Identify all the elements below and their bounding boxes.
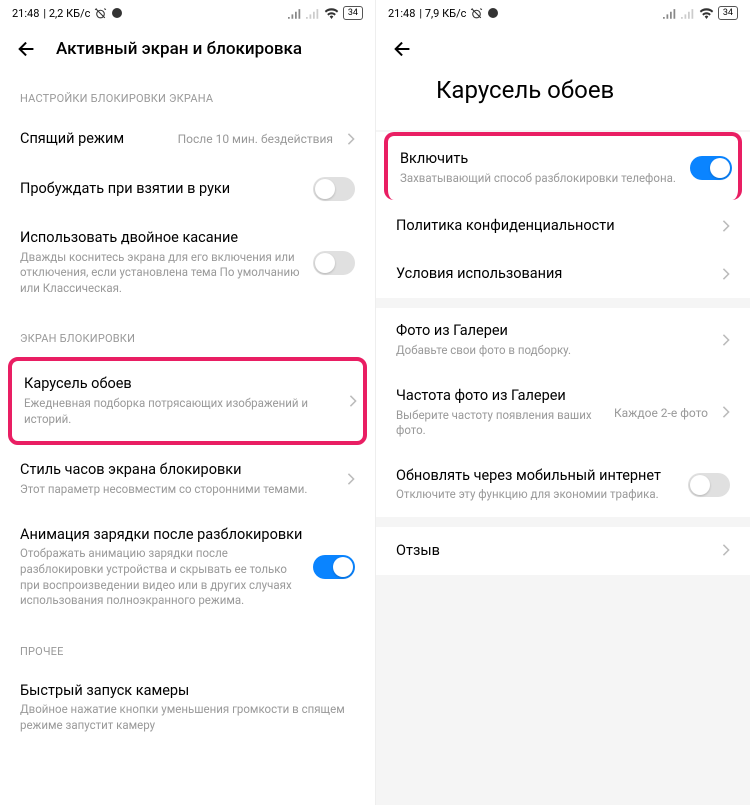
sleep-value: После 10 мин. бездействия — [178, 132, 333, 146]
chevron-right-icon — [722, 403, 730, 422]
gallery-sub: Добавьте свои фото в подборку. — [396, 343, 712, 359]
signal2-icon — [306, 8, 320, 19]
back-button[interactable] — [16, 38, 38, 60]
section-other: ПРОЧЕЕ — [0, 623, 375, 668]
divider — [376, 517, 750, 527]
enable-toggle[interactable] — [690, 156, 732, 180]
wallpaper-carousel-row[interactable]: Карусель обоев Ежедневная подборка потря… — [8, 357, 367, 445]
battery-icon: 34 — [718, 6, 738, 20]
sleep-label: Спящий режим — [20, 130, 168, 149]
freq-label: Частота фото из Галереи — [396, 387, 604, 406]
terms-row[interactable]: Условия использования — [376, 250, 750, 298]
privacy-label: Политика конфиденциальности — [396, 217, 712, 236]
page-title: Активный экран и блокировка — [56, 39, 302, 59]
status-bar: 21:48 | 7,9 КБ/с 34 — [376, 0, 750, 26]
chevron-right-icon — [347, 470, 355, 489]
screen-wallpaper-carousel: 21:48 | 7,9 КБ/с 34 Карусель обоев Включ… — [375, 0, 750, 805]
wifi-icon — [324, 8, 339, 19]
signal-icon — [663, 8, 677, 19]
terms-label: Условия использования — [396, 265, 712, 284]
anim-toggle[interactable] — [313, 555, 355, 579]
signal2-icon — [681, 8, 695, 19]
chevron-right-icon — [722, 541, 730, 560]
mobile-label: Обновлять через мобильный интернет — [396, 467, 678, 486]
wake-on-pickup-row[interactable]: Пробуждать при взятии в руки — [0, 163, 375, 215]
enable-sub: Захватывающий способ разблокировки телеф… — [400, 171, 680, 187]
cam-label: Быстрый запуск камеры — [20, 682, 355, 701]
header — [376, 26, 750, 70]
anim-sub: Отображать анимацию зарядки после разбло… — [20, 546, 303, 608]
dbl-label: Использовать двойное касание — [20, 229, 303, 248]
mobile-update-row[interactable]: Обновлять через мобильный интернет Отклю… — [376, 453, 750, 517]
wake-toggle[interactable] — [313, 177, 355, 201]
chevron-right-icon — [722, 265, 730, 284]
clock-label: Стиль часов экрана блокировки — [20, 461, 337, 480]
carousel-label: Карусель обоев — [24, 375, 339, 394]
anim-label: Анимация зарядки после разблокировки — [20, 526, 303, 545]
section-lock-settings: НАСТРОЙКИ БЛОКИРОВКИ ЭКРАНА — [0, 70, 375, 115]
charging-animation-row[interactable]: Анимация зарядки после разблокировки Ото… — [0, 512, 375, 623]
gallery-frequency-row[interactable]: Частота фото из Галереи Выберите частоту… — [376, 373, 750, 453]
mobile-sub: Отключите эту функцию для экономии трафи… — [396, 487, 678, 503]
status-time: 21:48 — [12, 7, 39, 20]
back-button[interactable] — [392, 38, 414, 60]
freq-sub: Выберите частоту появления ваших фото. — [396, 408, 604, 439]
signal-icon — [288, 8, 302, 19]
dnd-icon — [111, 7, 123, 19]
carousel-sub: Ежедневная подборка потрясающих изображе… — [24, 396, 339, 427]
review-row[interactable]: Отзыв — [376, 527, 750, 575]
gallery-label: Фото из Галереи — [396, 322, 712, 341]
section-lockscreen: ЭКРАН БЛОКИРОВКИ — [0, 310, 375, 355]
clock-style-row[interactable]: Стиль часов экрана блокировки Этот парам… — [0, 447, 375, 511]
screen-lock-settings: 21:48 | 2,2 КБ/с 34 Активный экран и бло… — [0, 0, 375, 805]
gallery-photos-row[interactable]: Фото из Галереи Добавьте свои фото в под… — [376, 308, 750, 372]
sleep-mode-row[interactable]: Спящий режим После 10 мин. бездействия — [0, 115, 375, 163]
freq-value: Каждое 2-е фото — [614, 406, 708, 420]
status-speed: | 2,2 КБ/с — [43, 7, 90, 20]
clock-sub: Этот параметр несовместим со сторонними … — [20, 482, 337, 498]
header: Активный экран и блокировка — [0, 26, 375, 70]
dbl-toggle[interactable] — [313, 251, 355, 275]
alarm-off-icon — [470, 7, 483, 20]
wifi-icon — [699, 8, 714, 19]
dnd-icon — [487, 7, 499, 19]
battery-icon: 34 — [343, 6, 363, 20]
enable-row[interactable]: Включить Захватывающий способ разблокиро… — [384, 132, 742, 200]
privacy-row[interactable]: Политика конфиденциальности — [376, 202, 750, 250]
dbl-sub: Дважды коснитесь экрана для его включени… — [20, 250, 303, 297]
enable-label: Включить — [400, 150, 680, 169]
page-title: Карусель обоев — [376, 70, 750, 126]
chevron-right-icon — [347, 130, 355, 149]
chevron-right-icon — [722, 331, 730, 350]
status-time: 21:48 — [388, 7, 415, 20]
mobile-toggle[interactable] — [688, 473, 730, 497]
chevron-right-icon — [349, 392, 357, 411]
status-bar: 21:48 | 2,2 КБ/с 34 — [0, 0, 375, 26]
cam-sub: Двойное нажатие кнопки уменьшения громко… — [20, 702, 355, 733]
divider — [376, 298, 750, 308]
alarm-off-icon — [94, 7, 107, 20]
wake-label: Пробуждать при взятии в руки — [20, 180, 303, 199]
chevron-right-icon — [722, 217, 730, 236]
status-speed: | 7,9 КБ/с — [419, 7, 466, 20]
quick-camera-row[interactable]: Быстрый запуск камеры Двойное нажатие кн… — [0, 668, 375, 748]
double-tap-row[interactable]: Использовать двойное касание Дважды косн… — [0, 215, 375, 310]
review-label: Отзыв — [396, 542, 712, 561]
